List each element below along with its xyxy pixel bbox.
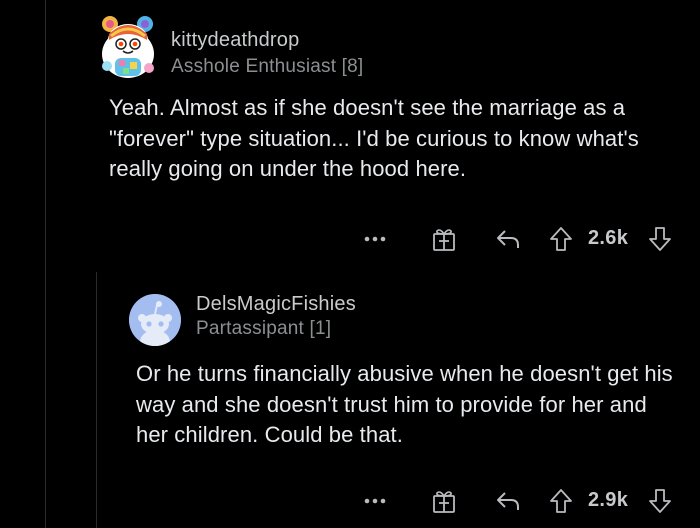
- reply-arrow-icon: [497, 492, 519, 510]
- comment-actions: 2.6k: [360, 224, 690, 254]
- comment-username[interactable]: kittydeathdrop: [171, 29, 299, 52]
- comment-username[interactable]: DelsMagicFishies: [196, 293, 356, 316]
- vote-score: 2.6k: [588, 227, 629, 249]
- user-avatar[interactable]: [129, 294, 181, 346]
- more-options-button[interactable]: [360, 486, 390, 516]
- downvote-arrow-icon: [649, 489, 671, 513]
- upvote-arrow-icon: [550, 489, 572, 513]
- vote-score: 2.9k: [588, 489, 629, 511]
- comment-reply: DelsMagicFishies Partassipant [1] Or he …: [0, 270, 700, 528]
- reply-button[interactable]: [493, 486, 523, 516]
- downvote-arrow-icon: [649, 227, 671, 251]
- user-avatar[interactable]: [97, 14, 159, 80]
- award-button[interactable]: [429, 486, 459, 516]
- downvote-button[interactable]: [645, 486, 675, 516]
- upvote-button[interactable]: [546, 224, 576, 254]
- downvote-button[interactable]: [645, 224, 675, 254]
- reply-button[interactable]: [493, 224, 523, 254]
- more-options-icon: [364, 498, 386, 504]
- snoo-avatar-rainbow-bear-ears-icon: [102, 16, 154, 78]
- award-button[interactable]: [429, 224, 459, 254]
- award-gift-icon: [433, 491, 455, 513]
- more-options-icon: [364, 236, 386, 242]
- more-options-button[interactable]: [360, 224, 390, 254]
- reply-arrow-icon: [497, 230, 519, 248]
- default-snoo-avatar-icon: [129, 294, 181, 346]
- user-flair: Asshole Enthusiast [8]: [171, 56, 364, 77]
- user-flair: Partassipant [1]: [196, 318, 332, 339]
- upvote-arrow-icon: [550, 227, 572, 251]
- comment: kittydeathdrop Asshole Enthusiast [8] Ye…: [0, 0, 700, 260]
- comment-body: Yeah. Almost as if she doesn't see the m…: [109, 95, 639, 181]
- upvote-button[interactable]: [546, 486, 576, 516]
- comment-body: Or he turns financially abusive when he …: [136, 361, 673, 447]
- award-gift-icon: [433, 229, 455, 251]
- comment-actions: 2.9k: [360, 486, 690, 516]
